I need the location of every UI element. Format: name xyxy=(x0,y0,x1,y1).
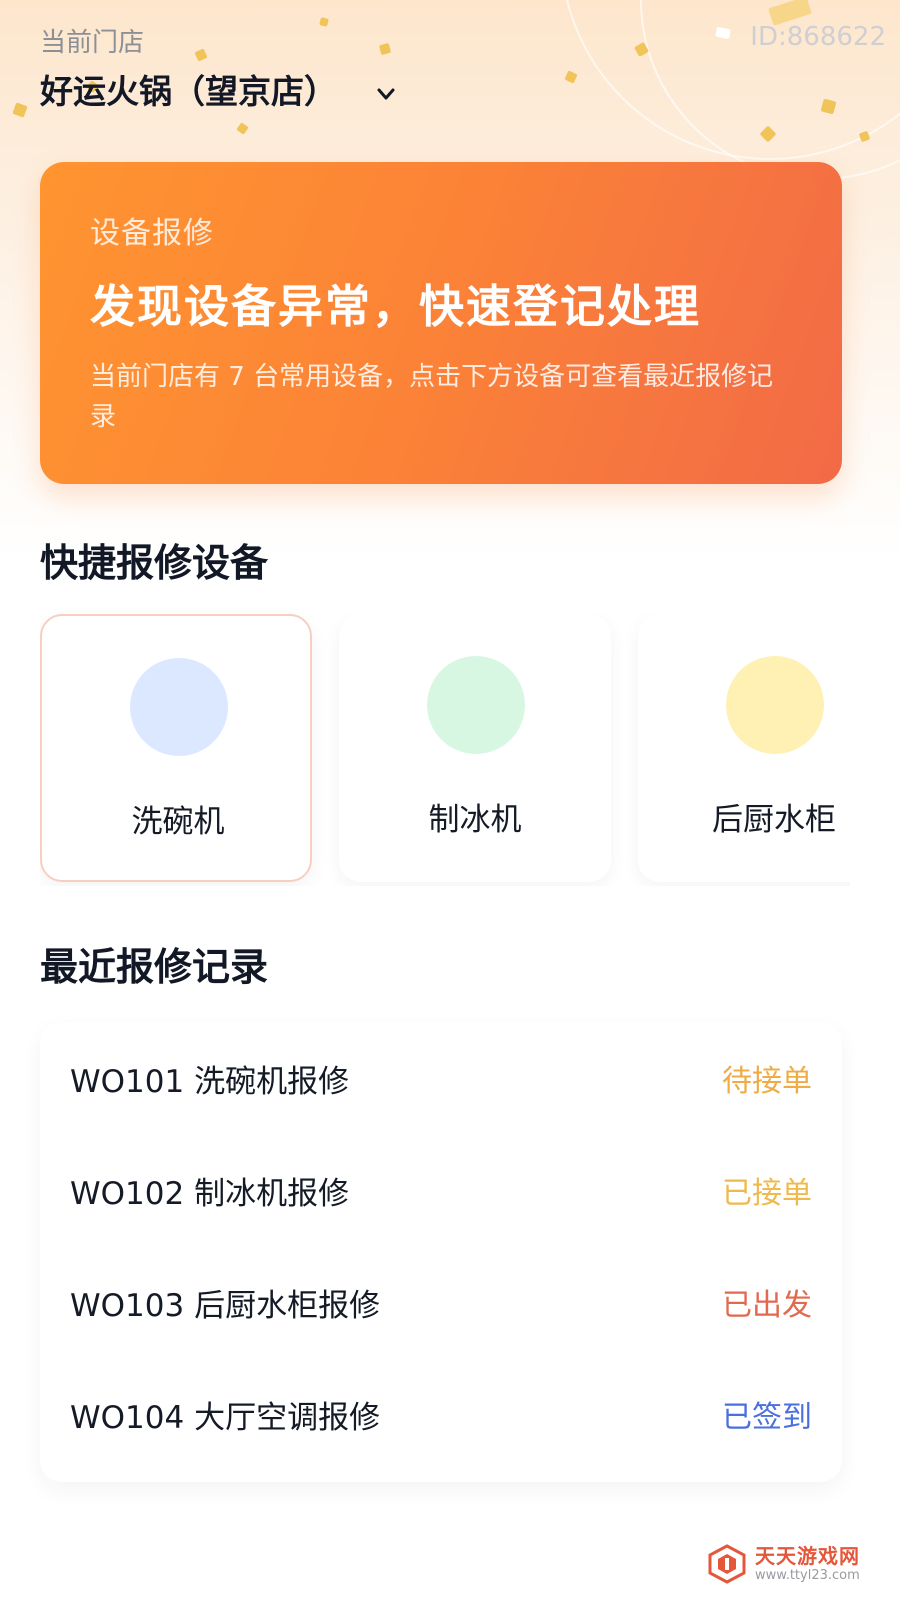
banner-kicker: 设备报修 xyxy=(90,216,214,251)
device-icon-dishwasher xyxy=(130,658,228,756)
device-icon-kitchen-water-cabinet xyxy=(726,656,824,754)
device-card-ice-maker[interactable]: 制冰机 xyxy=(339,614,611,882)
confetti-decoration xyxy=(378,42,392,56)
chevron-down-icon xyxy=(375,83,397,105)
list-item[interactable]: WO101 洗碗机报修 待接单 xyxy=(40,1022,842,1134)
device-name: 制冰机 xyxy=(428,802,522,838)
watermark-name: 天天游戏网 xyxy=(755,1544,860,1568)
device-name: 后厨水柜 xyxy=(712,802,836,838)
store-selector[interactable]: 好运火锅（望京店） xyxy=(40,66,397,112)
record-title: WO104 大厅空调报修 xyxy=(70,1399,381,1436)
recent-records-list: WO101 洗碗机报修 待接单 WO102 制冰机报修 已接单 WO103 后厨… xyxy=(40,1022,842,1482)
quick-devices-title: 快捷报修设备 xyxy=(40,541,269,585)
record-title: WO103 后厨水柜报修 xyxy=(70,1287,381,1324)
confetti-decoration xyxy=(319,17,329,27)
store-name: 好运火锅（望京店） xyxy=(40,72,337,111)
current-store-label: 当前门店 xyxy=(40,28,145,58)
record-title: WO102 制冰机报修 xyxy=(70,1175,350,1212)
confetti-decoration xyxy=(194,48,208,62)
list-item[interactable]: WO103 后厨水柜报修 已出发 xyxy=(40,1246,842,1358)
ttyl-logo-icon xyxy=(707,1544,747,1584)
device-card-dishwasher[interactable]: 洗碗机 xyxy=(40,614,312,882)
status-badge: 已接单 xyxy=(722,1176,812,1211)
device-carousel[interactable]: 洗碗机 制冰机 后厨水柜 xyxy=(40,614,850,886)
list-item[interactable]: WO102 制冰机报修 已接单 xyxy=(40,1134,842,1246)
recent-records-title: 最近报修记录 xyxy=(40,945,269,989)
banner-description: 当前门店有 7 台常用设备，点击下方设备可查看最近报修记录 xyxy=(90,362,774,432)
status-badge: 已出发 xyxy=(722,1288,812,1323)
device-icon-ice-maker xyxy=(427,656,525,754)
confetti-decoration xyxy=(12,102,28,118)
repair-banner: 设备报修 发现设备异常，快速登记处理 当前门店有 7 台常用设备，点击下方设备可… xyxy=(40,162,842,484)
device-card-kitchen-water-cabinet[interactable]: 后厨水柜 xyxy=(638,614,850,882)
status-badge: 已签到 xyxy=(722,1400,812,1435)
banner-title: 发现设备异常，快速登记处理 xyxy=(90,280,702,333)
confetti-decoration xyxy=(564,70,578,84)
status-badge: 待接单 xyxy=(722,1064,812,1099)
watermark-url: www.ttyl23.com xyxy=(755,1568,860,1583)
device-name: 洗碗机 xyxy=(131,804,225,840)
site-watermark: 天天游戏网 www.ttyl23.com xyxy=(707,1542,860,1586)
record-title: WO101 洗碗机报修 xyxy=(70,1063,350,1100)
list-item[interactable]: WO104 大厅空调报修 已签到 xyxy=(40,1358,842,1470)
store-id: ID:868622 xyxy=(750,22,886,52)
confetti-decoration xyxy=(236,122,249,135)
